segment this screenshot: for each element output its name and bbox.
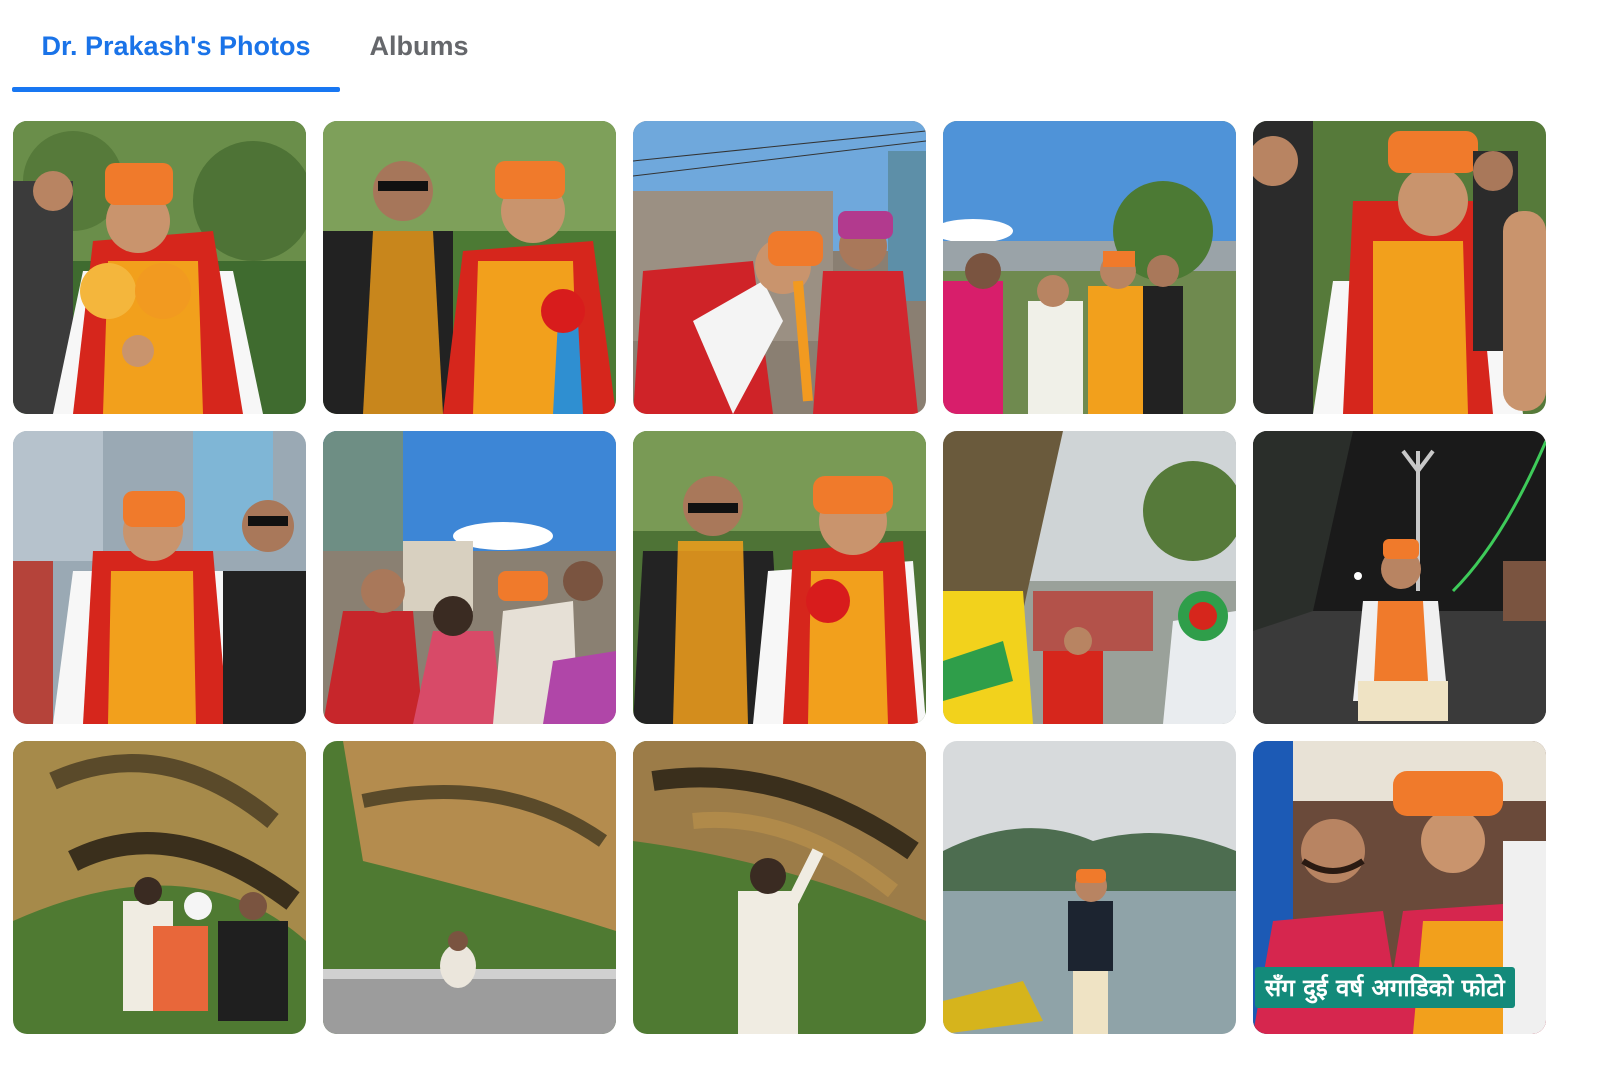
photo-tile[interactable] [633,431,926,724]
photo-image [943,431,1236,724]
photo-tile[interactable] [633,741,926,1034]
photo-tile[interactable] [323,431,616,724]
photo-tile[interactable] [943,431,1236,724]
photo-tile[interactable]: सँग दुई वर्ष अगाडिको फोटो [1253,741,1546,1034]
photo-image [323,741,616,1034]
photo-tabs: Dr. Prakash's Photos Albums [0,0,1600,92]
photo-tile[interactable] [1253,431,1546,724]
photo-tile[interactable] [13,121,306,414]
photo-image [633,741,926,1034]
photo-image [13,431,306,724]
photo-image [943,741,1236,1034]
photo-tile[interactable] [1253,121,1546,414]
photo-image [13,121,306,414]
photo-image [323,431,616,724]
photo-tile[interactable] [943,741,1236,1034]
photo-image [323,121,616,414]
photo-image [633,431,926,724]
photo-image [1253,121,1546,414]
photo-tile[interactable] [633,121,926,414]
photo-caption: सँग दुई वर्ष अगाडिको फोटो [1255,967,1515,1008]
photo-tile[interactable] [943,121,1236,414]
photo-tile[interactable] [323,741,616,1034]
photo-tile[interactable] [323,121,616,414]
photo-tile[interactable] [13,741,306,1034]
photo-image [943,121,1236,414]
photo-image [633,121,926,414]
tab-albums[interactable]: Albums [340,0,498,92]
tab-photos[interactable]: Dr. Prakash's Photos [12,0,340,92]
photo-image [13,741,306,1034]
photo-image [1253,431,1546,724]
photo-tile[interactable] [13,431,306,724]
